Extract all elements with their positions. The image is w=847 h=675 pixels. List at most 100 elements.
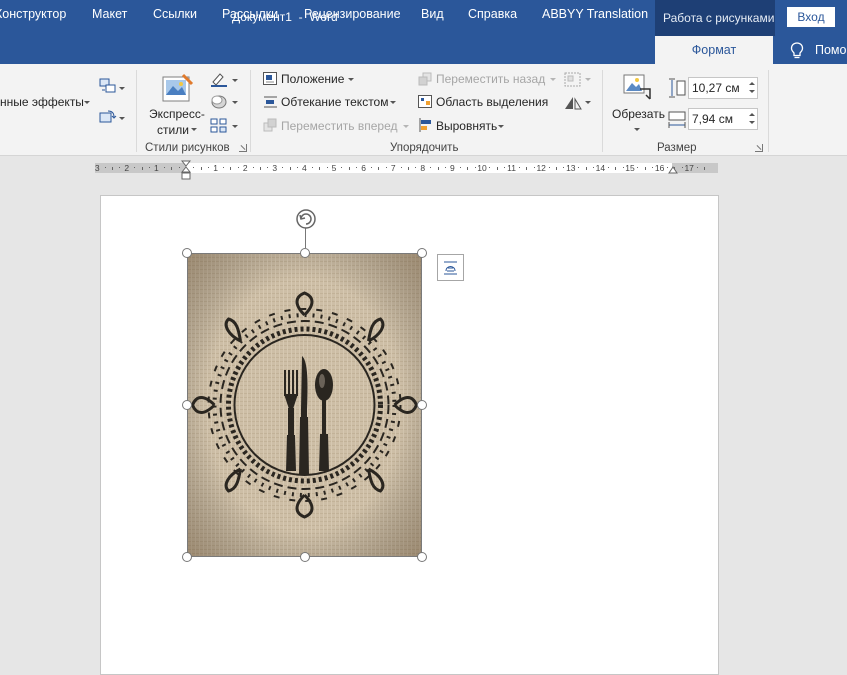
send-backward-icon[interactable]: [418, 72, 433, 86]
height-icon: [669, 78, 686, 98]
crop-icon[interactable]: [620, 71, 656, 103]
picture-effects-dropdown[interactable]: [84, 101, 90, 104]
ruler-dot: [430, 167, 432, 168]
align-button[interactable]: Выровнять: [436, 119, 497, 133]
tab-view[interactable]: Вид: [421, 7, 444, 21]
ruler-number: 1: [154, 163, 159, 173]
width-input[interactable]: 7,94 см: [688, 108, 758, 130]
position-dropdown[interactable]: [348, 78, 354, 81]
crop-dropdown[interactable]: [634, 128, 640, 131]
resize-handle-w[interactable]: [182, 400, 192, 410]
height-input[interactable]: 10,27 см: [688, 77, 758, 99]
wrap-text-dropdown[interactable]: [390, 101, 396, 104]
resize-handle-se[interactable]: [417, 552, 427, 562]
wrap-text-icon[interactable]: [263, 95, 278, 109]
crop-button[interactable]: Обрезать: [612, 107, 665, 121]
selection-pane-icon[interactable]: [418, 95, 433, 109]
height-decrement[interactable]: [749, 90, 755, 93]
tab-design[interactable]: Конструктор: [0, 7, 66, 21]
width-decrement[interactable]: [749, 121, 755, 124]
height-increment[interactable]: [749, 82, 755, 85]
group-picture-styles-label: Стили рисунков: [145, 142, 230, 154]
picture-effects-small-dropdown[interactable]: [232, 101, 238, 104]
tab-references[interactable]: Ссылки: [153, 7, 197, 21]
picture-layout-small-icon[interactable]: [210, 117, 228, 133]
change-picture-icon[interactable]: [99, 109, 117, 125]
resize-handle-s[interactable]: [300, 552, 310, 562]
ruler-number: 5: [331, 163, 337, 173]
picture-layout-dropdown[interactable]: [119, 87, 125, 90]
rotate-dropdown[interactable]: [585, 101, 591, 104]
wrap-text-button[interactable]: Обтекание текстом: [281, 95, 388, 109]
ruler-dot: [622, 167, 624, 168]
resize-handle-nw[interactable]: [182, 248, 192, 258]
right-indent-marker-icon[interactable]: [668, 165, 678, 175]
picture-border-dropdown[interactable]: [232, 79, 238, 82]
group-objects-dropdown[interactable]: [585, 78, 591, 81]
tab-abbyy[interactable]: ABBYY Translation: [542, 7, 648, 21]
change-picture-dropdown[interactable]: [119, 117, 125, 120]
group-size-label: Размер: [657, 142, 697, 154]
ruler-number: 6: [361, 163, 366, 173]
align-dropdown[interactable]: [498, 125, 504, 128]
express-styles-icon[interactable]: [161, 73, 195, 107]
ruler-dot: [326, 167, 328, 168]
ruler-dot: [104, 167, 106, 168]
tab-help[interactable]: Справка: [468, 7, 517, 21]
rotate-icon[interactable]: [564, 95, 582, 111]
ruler-dot: [252, 167, 254, 168]
tab-format[interactable]: Формат: [655, 36, 773, 64]
picture-effects-button[interactable]: нные эффекты: [0, 95, 84, 109]
ruler-number: 13: [566, 163, 576, 173]
group-objects-icon[interactable]: [564, 72, 582, 88]
align-icon[interactable]: [418, 118, 433, 132]
ruler-dot: [415, 167, 417, 168]
picture-layout-icon[interactable]: [99, 78, 117, 94]
position-icon[interactable]: [263, 72, 278, 86]
signin-button[interactable]: Вход: [787, 7, 835, 27]
selection-pane-button[interactable]: Область выделения: [436, 95, 548, 109]
tab-review[interactable]: Рецензирование: [304, 7, 401, 21]
ruler-dot: [519, 167, 520, 168]
express-styles-dropdown[interactable]: [191, 128, 197, 131]
bring-forward-button[interactable]: Переместить вперед: [281, 119, 397, 133]
ruler-dot: [356, 167, 358, 168]
picture-effects-icon[interactable]: [210, 94, 228, 110]
width-increment[interactable]: [749, 113, 755, 116]
layout-options-icon: [444, 261, 457, 275]
resize-handle-n[interactable]: [300, 248, 310, 258]
rotate-handle-icon[interactable]: [295, 208, 317, 230]
ruler-number: 2: [124, 163, 130, 173]
ruler-dot: [400, 167, 402, 168]
layout-options-button[interactable]: [437, 254, 464, 281]
bring-forward-icon[interactable]: [263, 118, 278, 132]
picture-layout-small-dropdown[interactable]: [232, 125, 238, 128]
ruler-number: 12: [536, 163, 546, 173]
ruler-tick: [348, 167, 350, 170]
tab-layout[interactable]: Макет: [92, 7, 127, 21]
width-icon: [668, 111, 686, 128]
resize-handle-sw[interactable]: [182, 552, 192, 562]
bring-forward-dropdown[interactable]: [403, 125, 409, 128]
size-launcher[interactable]: [755, 144, 763, 152]
ruler-left-margin: [95, 163, 186, 173]
picture-border-icon[interactable]: [210, 71, 228, 87]
selection-border: [187, 253, 422, 557]
indent-marker-icon[interactable]: [181, 160, 191, 182]
ruler-dot: [267, 167, 269, 168]
express-styles-label-2[interactable]: стили: [157, 123, 189, 137]
ruler-dot: [533, 167, 535, 168]
resize-handle-e[interactable]: [417, 400, 427, 410]
resize-handle-ne[interactable]: [417, 248, 427, 258]
ruler-tick: [112, 167, 113, 170]
send-backward-dropdown[interactable]: [550, 78, 556, 81]
picture-styles-launcher[interactable]: [239, 144, 247, 152]
tab-mailings[interactable]: Рассылки: [222, 7, 278, 21]
position-button[interactable]: Положение: [281, 72, 344, 86]
ruler-tick: [526, 167, 528, 170]
express-styles-label-1[interactable]: Экспресс-: [149, 107, 205, 121]
send-backward-button[interactable]: Переместить назад: [436, 72, 545, 86]
ruler-tick: [496, 167, 498, 170]
ruler-dot: [548, 167, 550, 168]
ruler-dot: [282, 167, 284, 168]
